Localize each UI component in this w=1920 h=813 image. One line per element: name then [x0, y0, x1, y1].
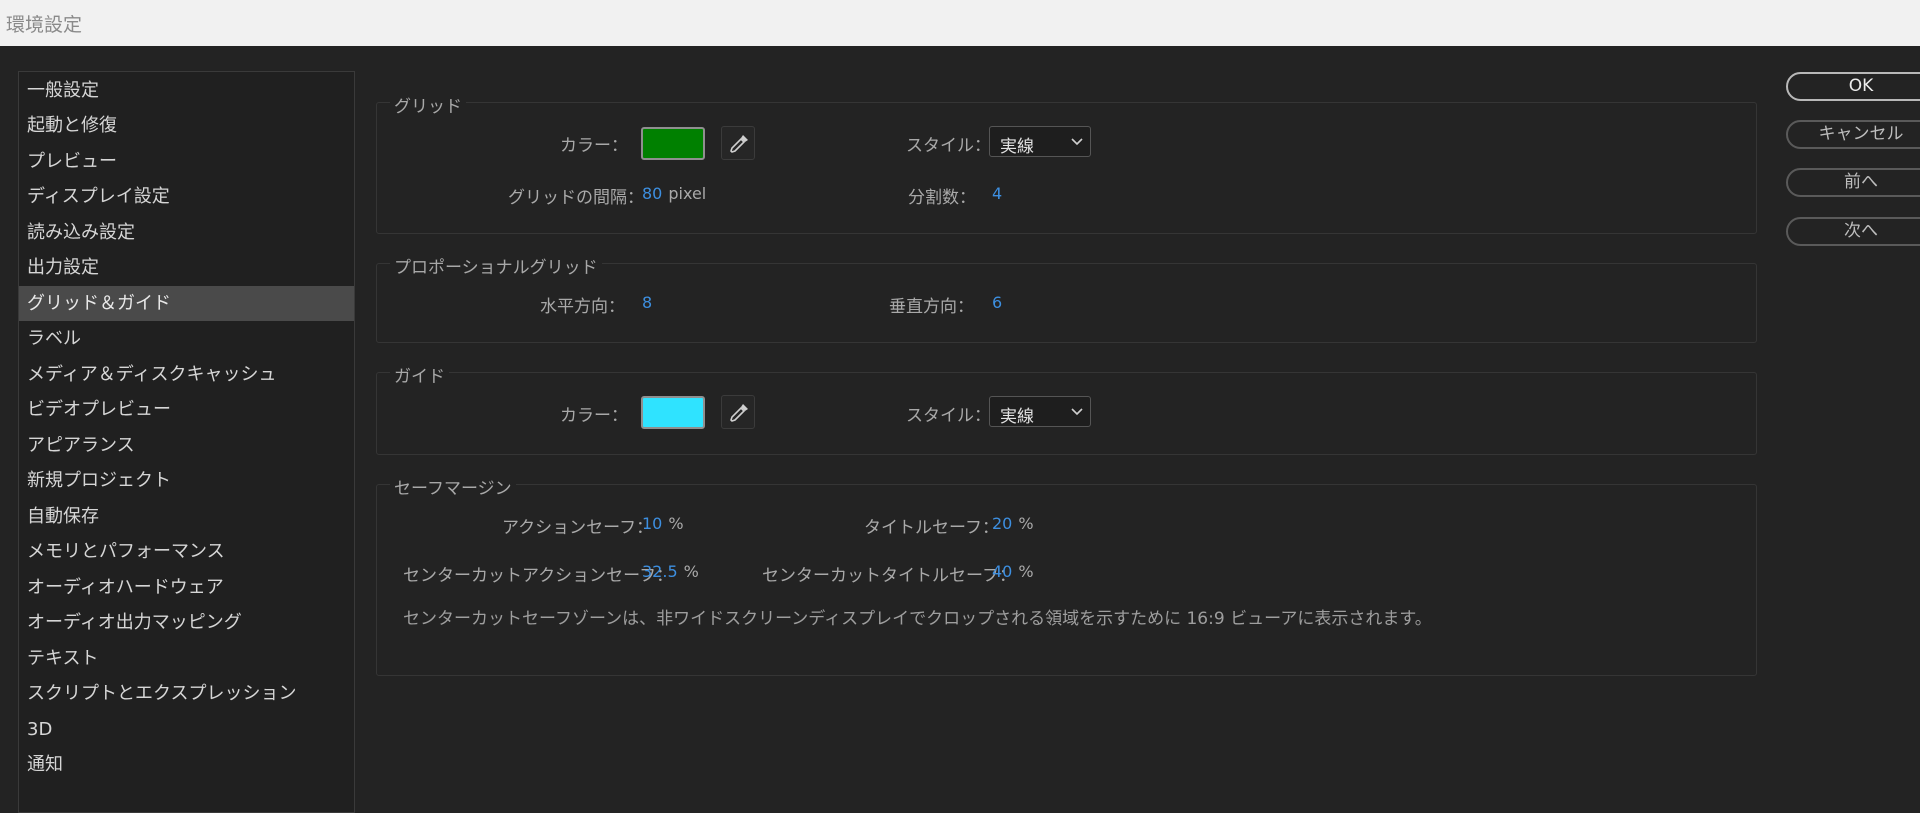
sidebar-item-audio-output-mapping[interactable]: オーディオ出力マッピング	[19, 605, 354, 640]
title-safe-value[interactable]: 20%	[992, 514, 1034, 533]
sidebar-item-startup-repair[interactable]: 起動と修復	[19, 108, 354, 143]
sidebar-item-text[interactable]: テキスト	[19, 641, 354, 676]
center-cut-title-safe-value[interactable]: 40%	[992, 562, 1034, 581]
sidebar-item-previews[interactable]: プレビュー	[19, 144, 354, 179]
next-button[interactable]: 次へ	[1786, 217, 1920, 246]
sidebar-item-new-project[interactable]: 新規プロジェクト	[19, 463, 354, 498]
guides-eyedropper-button[interactable]	[721, 395, 755, 429]
sidebar-item-appearance[interactable]: アピアランス	[19, 428, 354, 463]
grid-style-value: 実線	[1000, 137, 1034, 157]
sidebar-item-output[interactable]: 出力設定	[19, 250, 354, 285]
guides-color-label: カラー：	[560, 406, 628, 426]
guides-group-title: ガイド	[390, 362, 449, 387]
center-cut-title-safe-number[interactable]: 40	[992, 562, 1012, 581]
guides-style-value: 実線	[1000, 407, 1034, 427]
sidebar-item-3d[interactable]: 3D	[19, 712, 354, 747]
sidebar-item-media-disk-cache[interactable]: メディア＆ディスクキャッシュ	[19, 357, 354, 392]
grid-group	[376, 102, 1757, 234]
category-list: 一般設定 起動と修復 プレビュー ディスプレイ設定 読み込み設定 出力設定 グリ…	[18, 71, 355, 813]
safe-margins-group-title: セーフマージン	[390, 474, 516, 499]
guides-style-label: スタイル：	[906, 406, 991, 426]
center-cut-note: センターカットセーフゾーンは、非ワイドスクリーンディスプレイでクロップされる領域…	[403, 609, 1432, 629]
sidebar-item-notifications[interactable]: 通知	[19, 747, 354, 782]
guides-color-swatch[interactable]	[641, 396, 705, 429]
grid-style-select[interactable]: 実線	[989, 126, 1091, 157]
center-cut-action-safe-number[interactable]: 32.5	[642, 562, 678, 581]
proportional-vertical-label: 垂直方向：	[889, 297, 974, 317]
proportional-vertical-value[interactable]: 6	[992, 293, 1002, 312]
eyedropper-icon	[730, 135, 748, 153]
grid-spacing-label: グリッドの間隔：	[508, 188, 644, 208]
center-cut-title-safe-label: センターカットタイトルセーフ：	[762, 566, 1016, 586]
sidebar-item-video-preview[interactable]: ビデオプレビュー	[19, 392, 354, 427]
sidebar-item-scripting-expressions[interactable]: スクリプトとエクスプレッション	[19, 676, 354, 711]
cancel-button[interactable]: キャンセル	[1786, 120, 1920, 149]
grid-color-label: カラー：	[560, 136, 628, 156]
window-title-bar: 環境設定	[0, 0, 1920, 46]
action-safe-value[interactable]: 10%	[642, 514, 684, 533]
center-cut-title-safe-unit: %	[1018, 562, 1034, 581]
grid-group-title: グリッド	[390, 92, 466, 117]
grid-spacing-number[interactable]: 80	[642, 184, 662, 203]
grid-spacing-value[interactable]: 80 pixel	[642, 184, 706, 203]
center-cut-action-safe-value[interactable]: 32.5%	[642, 562, 699, 581]
chevron-down-icon	[1071, 408, 1083, 416]
ok-button[interactable]: OK	[1786, 72, 1920, 101]
sidebar-item-display[interactable]: ディスプレイ設定	[19, 179, 354, 214]
eyedropper-icon	[730, 404, 748, 422]
title-safe-number[interactable]: 20	[992, 514, 1012, 533]
grid-style-label: スタイル：	[906, 136, 991, 156]
window-title: 環境設定	[6, 14, 83, 36]
action-safe-number[interactable]: 10	[642, 514, 662, 533]
sidebar-item-general[interactable]: 一般設定	[19, 73, 354, 108]
sidebar-item-audio-hardware[interactable]: オーディオハードウェア	[19, 570, 354, 605]
proportional-horizontal-label: 水平方向：	[540, 297, 625, 317]
proportional-horizontal-value[interactable]: 8	[642, 293, 652, 312]
action-safe-unit: %	[668, 514, 684, 533]
grid-eyedropper-button[interactable]	[721, 126, 755, 160]
sidebar-item-memory-performance[interactable]: メモリとパフォーマンス	[19, 534, 354, 569]
center-cut-action-safe-label: センターカットアクションセーフ：	[403, 566, 674, 586]
grid-color-swatch[interactable]	[641, 127, 705, 160]
sidebar-item-import[interactable]: 読み込み設定	[19, 215, 354, 250]
sidebar-item-auto-save[interactable]: 自動保存	[19, 499, 354, 534]
title-safe-label: タイトルセーフ：	[864, 518, 999, 538]
center-cut-action-safe-unit: %	[683, 562, 699, 581]
chevron-down-icon	[1071, 138, 1083, 146]
action-safe-label: アクションセーフ：	[502, 518, 654, 538]
previous-button[interactable]: 前へ	[1786, 168, 1920, 197]
sidebar-item-grids-guides[interactable]: グリッド＆ガイド	[19, 286, 354, 321]
grid-subdivisions-value[interactable]: 4	[992, 184, 1002, 203]
grid-spacing-unit: pixel	[668, 184, 707, 203]
title-safe-unit: %	[1018, 514, 1034, 533]
guides-style-select[interactable]: 実線	[989, 396, 1091, 427]
sidebar-item-labels[interactable]: ラベル	[19, 321, 354, 356]
proportional-grid-group-title: プロポーショナルグリッド	[390, 253, 602, 278]
grid-subdivisions-label: 分割数：	[908, 188, 976, 208]
